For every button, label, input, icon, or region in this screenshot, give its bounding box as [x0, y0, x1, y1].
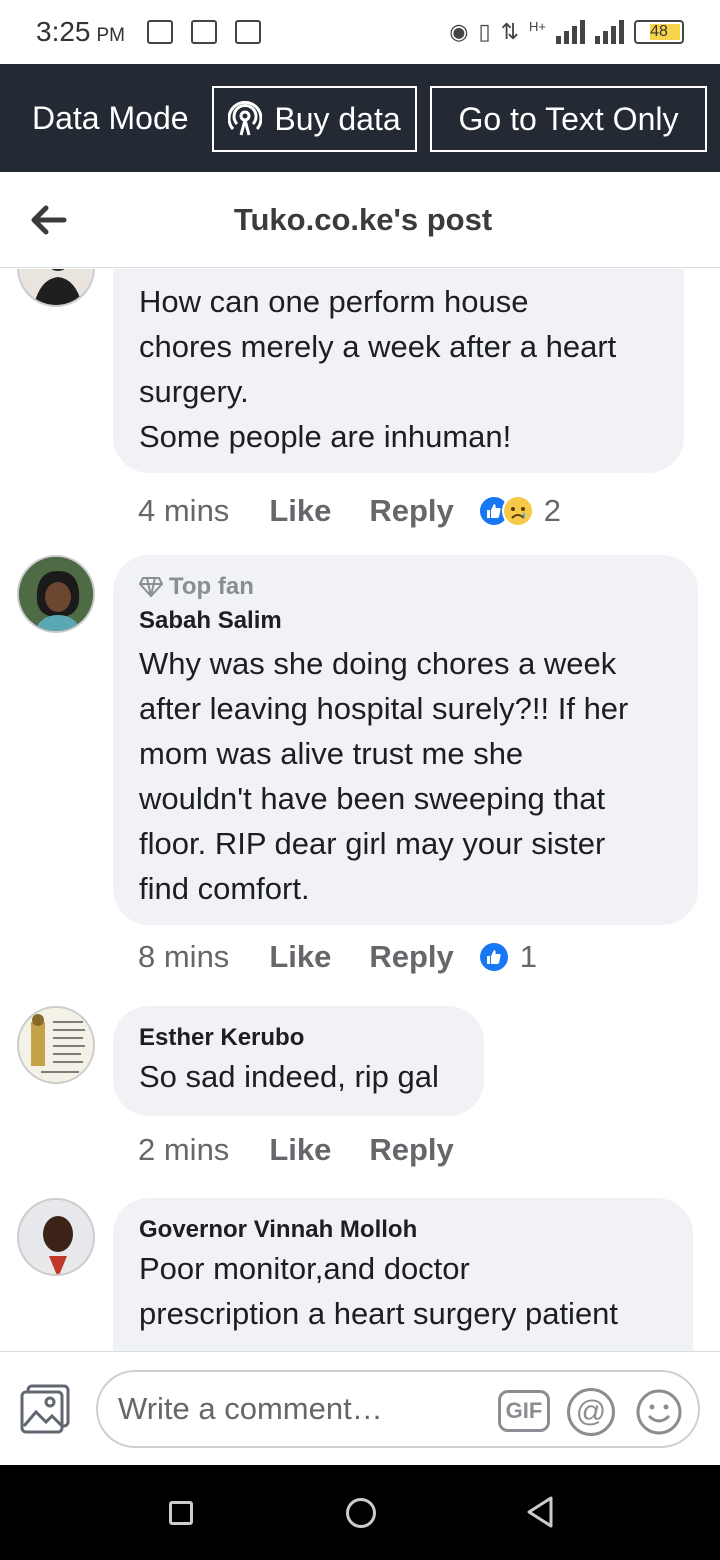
reaction-count: 1 — [519, 939, 538, 974]
comment-time[interactable]: 4 mins — [138, 493, 229, 529]
comment-text: So sad indeed, rip gal — [139, 1059, 439, 1094]
status-bar: 3:25 PM ◉ ▯ ⇅ H+ 48 — [0, 0, 720, 64]
comment-time[interactable]: 8 mins — [138, 939, 229, 975]
recents-button[interactable] — [169, 1501, 193, 1525]
activity-icon — [235, 20, 261, 44]
comment-bubble[interactable]: Governor Vinnah Molloh Poor monitor,and … — [113, 1198, 693, 1351]
like-reaction-icon — [477, 941, 510, 973]
quote-image-icon — [19, 1008, 93, 1082]
commenter-avatar[interactable] — [17, 555, 95, 633]
comment-author[interactable]: Governor Vinnah Molloh — [139, 1216, 667, 1244]
comment-author[interactable]: Esther Kerubo — [139, 1024, 458, 1052]
top-fan-label: Top fan — [169, 573, 254, 600]
battery-level: 48 — [650, 23, 668, 40]
top-fan-badge: Top fan — [139, 573, 672, 601]
buy-data-label: Buy data — [274, 100, 401, 137]
hd-call-icon: ◉ — [449, 19, 469, 44]
triangle-back-icon — [527, 1496, 553, 1528]
status-time-value: 3:25 — [36, 16, 91, 47]
data-mode-bar: Data Mode Buy data Go to Text Only — [0, 64, 720, 172]
status-time: 3:25 PM — [36, 16, 125, 48]
comment-time[interactable]: 2 mins — [138, 1132, 229, 1168]
reply-button[interactable]: Reply — [369, 1132, 453, 1168]
sim-icon — [147, 20, 173, 44]
comment-author[interactable]: Sabah Salim — [139, 607, 672, 635]
gif-button[interactable]: GIF — [498, 1390, 550, 1432]
reply-button[interactable]: Reply — [369, 939, 453, 975]
system-back-button[interactable] — [525, 1495, 555, 1529]
like-button[interactable]: Like — [269, 939, 331, 975]
add-photo-button[interactable] — [20, 1384, 72, 1434]
commenter-avatar[interactable] — [17, 1006, 95, 1084]
comment-text: How can one perform house chores merely … — [139, 284, 617, 454]
home-button[interactable] — [346, 1498, 376, 1528]
n-app-icon — [191, 20, 217, 44]
system-nav-bar — [0, 1465, 720, 1560]
comment-composer: Write a comment… GIF @ — [0, 1351, 720, 1465]
comment-actions: 8 mins Like Reply 1 — [138, 939, 537, 975]
signal-strength-2-icon — [595, 20, 624, 44]
smiley-icon — [636, 1389, 682, 1435]
reactions-summary[interactable]: 2 — [477, 493, 562, 529]
notification-icons — [147, 20, 261, 44]
person-photo-icon — [19, 1200, 93, 1274]
like-button[interactable]: Like — [269, 493, 331, 529]
status-time-ampm: PM — [96, 25, 126, 46]
page-header: Tuko.co.ke's post — [0, 172, 720, 268]
comment-actions: 4 mins Like Reply 2 — [138, 493, 561, 529]
battery-icon: 48 — [634, 20, 684, 44]
text-only-label: Go to Text Only — [458, 100, 679, 137]
data-transfer-icon: ⇅ — [500, 19, 520, 44]
comment-actions: 2 mins Like Reply — [138, 1132, 478, 1168]
photo-icon — [20, 1384, 70, 1434]
comment-text: Why was she doing chores a week after le… — [139, 646, 629, 906]
signal-strength-icon — [556, 20, 585, 44]
text-only-button[interactable]: Go to Text Only — [430, 86, 707, 152]
comment-bubble[interactable]: Top fan Sabah Salim Why was she doing ch… — [113, 555, 698, 925]
comment-bubble[interactable]: How can one perform house chores merely … — [113, 269, 684, 473]
page-title: Tuko.co.ke's post — [233, 202, 493, 237]
person-photo-icon — [19, 557, 93, 631]
network-type-label: H+ — [529, 19, 546, 34]
commenter-avatar[interactable] — [17, 1198, 95, 1276]
mention-button[interactable]: @ — [567, 1388, 615, 1436]
commenter-avatar[interactable] — [17, 269, 95, 307]
comment-text: Poor monitor,and doctor prescription a h… — [139, 1251, 619, 1331]
status-right: ◉ ▯ ⇅ H+ 48 — [449, 19, 684, 45]
reactions-summary[interactable]: 1 — [477, 939, 538, 975]
reaction-count: 2 — [543, 493, 562, 528]
reply-button[interactable]: Reply — [369, 493, 453, 529]
broadcast-icon — [228, 101, 263, 136]
like-button[interactable]: Like — [269, 1132, 331, 1168]
data-mode-label: Data Mode — [32, 99, 189, 136]
sad-reaction-icon — [501, 495, 534, 527]
comments-list[interactable]: How can one perform house chores merely … — [0, 269, 720, 1351]
comment-bubble[interactable]: Esther Kerubo So sad indeed, rip gal — [113, 1006, 484, 1116]
buy-data-button[interactable]: Buy data — [212, 86, 417, 152]
person-silhouette-icon — [33, 269, 83, 305]
emoji-button[interactable] — [635, 1388, 683, 1436]
diamond-icon — [139, 577, 163, 598]
vibrate-icon: ▯ — [478, 19, 491, 44]
